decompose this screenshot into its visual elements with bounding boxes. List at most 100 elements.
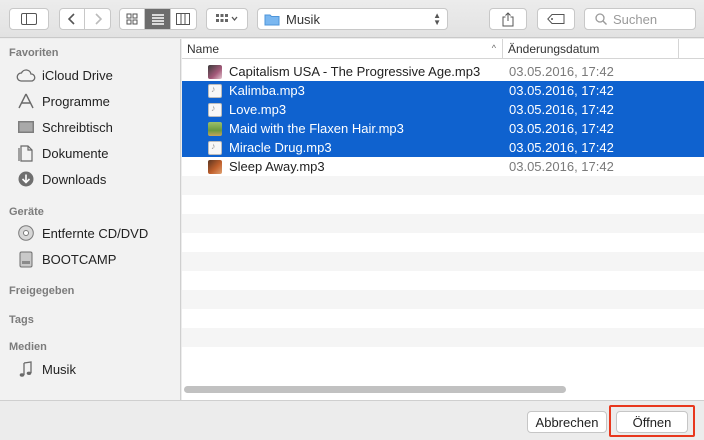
column-header-date[interactable]: Änderungsdatum [503,39,679,59]
file-date: 03.05.2016, 17:42 [509,102,614,117]
sidebar-item-label: BOOTCAMP [42,251,117,267]
file-date: 03.05.2016, 17:42 [509,159,614,174]
sidebar-icon [21,13,37,25]
cloud-icon [16,66,36,84]
empty-row [182,309,704,328]
document-icon [16,144,36,162]
section-devices-title: Geräte [9,206,44,218]
download-icon [16,170,36,188]
empty-row [182,328,704,347]
columns-icon [176,13,191,25]
search-placeholder: Suchen [613,11,658,27]
file-row[interactable]: Capitalism USA - The Progressive Age.mp3… [182,62,704,81]
search-field[interactable]: Suchen [584,8,696,30]
sidebar-item-programme[interactable]: Programme [16,90,110,112]
sidebar-item-dokumente[interactable]: Dokumente [16,142,108,164]
empty-row [182,252,704,271]
file-name: Kalimba.mp3 [229,83,305,98]
album-art-thumbnail [208,64,222,79]
file-row[interactable]: Sleep Away.mp3 03.05.2016, 17:42 [182,157,704,176]
sidebar: Favoriten iCloud Drive Programme Schreib… [0,39,181,400]
disc-icon [16,224,36,242]
file-list: Name ^ Änderungsdatum Capitalism USA - T… [182,39,704,400]
column-header-name[interactable]: Name ^ [182,39,503,59]
audio-file-icon [208,140,222,155]
audio-file-icon [208,102,222,117]
sidebar-item-label: iCloud Drive [42,67,113,83]
nav-buttons [59,8,111,30]
empty-row [182,290,704,309]
tags-button[interactable] [537,8,575,30]
list-view-button[interactable] [145,9,171,29]
cancel-button[interactable]: Abbrechen [527,411,607,433]
toolbar: Musik ▲ ▼ Suchen [0,0,704,38]
empty-row [182,233,704,252]
chevron-left-icon [68,13,75,25]
empty-row [182,195,704,214]
file-name: Maid with the Flaxen Hair.mp3 [229,121,404,136]
sidebar-item-label: Programme [42,93,110,109]
file-row[interactable]: Kalimba.mp3 03.05.2016, 17:42 [182,81,704,100]
file-row[interactable]: Maid with the Flaxen Hair.mp3 03.05.2016… [182,119,704,138]
tag-icon [547,14,565,24]
file-name: Capitalism USA - The Progressive Age.mp3 [229,64,481,79]
view-mode-switcher [119,8,197,30]
dialog-footer: Abbrechen Öffnen [0,400,704,440]
grid-icon [126,13,138,25]
empty-row [182,271,704,290]
empty-row [182,176,704,195]
sidebar-item-entfernte-cd-dvd[interactable]: Entfernte CD/DVD [16,222,148,244]
list-header: Name ^ Änderungsdatum [182,39,704,59]
sidebar-toggle-button[interactable] [9,8,49,30]
file-name: Sleep Away.mp3 [229,159,325,174]
back-button[interactable] [60,9,86,29]
empty-row [182,214,704,233]
icon-view-button[interactable] [120,9,146,29]
share-button[interactable] [489,8,527,30]
sidebar-item-downloads[interactable]: Downloads [16,168,106,190]
column-name-label: Name [187,42,220,56]
album-art-thumbnail [208,159,222,174]
sidebar-item-icloud-drive[interactable]: iCloud Drive [16,64,113,86]
section-tags-title: Tags [9,314,34,326]
list-icon [151,14,164,25]
empty-row [182,347,704,366]
chevron-right-icon [94,13,102,25]
file-date: 03.05.2016, 17:42 [509,121,614,136]
file-name: Miracle Drug.mp3 [229,140,332,155]
file-date: 03.05.2016, 17:42 [509,140,614,155]
sidebar-item-musik[interactable]: Musik [16,358,76,380]
share-icon [502,11,514,26]
section-favorites-title: Favoriten [9,47,59,59]
file-row[interactable]: Love.mp3 03.05.2016, 17:42 [182,100,704,119]
folder-icon [264,14,280,25]
sidebar-item-label: Schreibtisch [42,119,113,135]
file-name: Love.mp3 [229,102,287,117]
path-label: Musik [286,11,320,27]
sidebar-item-label: Musik [42,361,76,377]
sidebar-item-schreibtisch[interactable]: Schreibtisch [16,116,113,138]
music-note-icon [16,360,36,378]
arrange-button[interactable] [206,8,248,30]
section-media-title: Medien [9,341,47,353]
search-icon [595,13,607,25]
drive-icon [16,250,36,268]
album-art-thumbnail [208,121,222,136]
column-date-label: Änderungsdatum [508,42,600,56]
sidebar-item-label: Downloads [42,171,107,187]
file-rows: Capitalism USA - The Progressive Age.mp3… [182,62,704,366]
sidebar-item-label: Entfernte CD/DVD [42,225,149,241]
path-popup[interactable]: Musik ▲ ▼ [257,8,448,30]
column-view-button[interactable] [171,9,196,29]
arrange-grid-icon [216,14,238,22]
updown-chevron-icon: ▲ ▼ [433,11,441,27]
sidebar-item-label: Dokumente [42,145,109,161]
horizontal-scrollbar[interactable] [184,386,566,393]
file-date: 03.05.2016, 17:42 [509,83,614,98]
sidebar-item-bootcamp[interactable]: BOOTCAMP [16,248,116,270]
section-shared-title: Freigegeben [9,285,75,297]
apps-icon [16,92,36,110]
forward-button[interactable] [85,9,110,29]
file-row[interactable]: Miracle Drug.mp3 03.05.2016, 17:42 [182,138,704,157]
audio-file-icon [208,83,222,98]
